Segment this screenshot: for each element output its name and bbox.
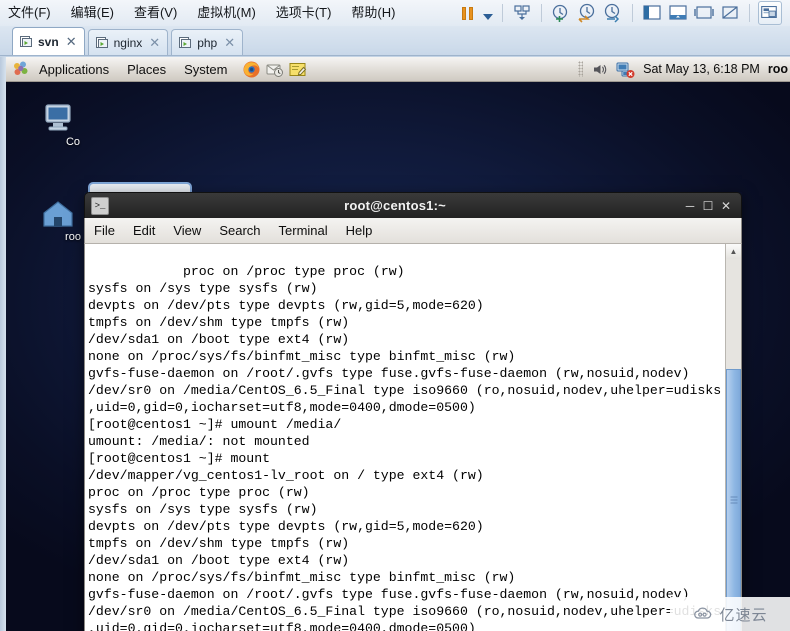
tab-close-icon[interactable]: ✕: [224, 36, 235, 49]
unity-mode-icon[interactable]: [719, 2, 741, 24]
terminal-menu-search[interactable]: Search: [210, 218, 269, 244]
terminal-icon: >_: [91, 196, 109, 215]
take-snapshot-icon[interactable]: [550, 2, 572, 24]
system-menu[interactable]: System: [175, 57, 236, 82]
computer-icon: [38, 102, 108, 136]
tab-nginx[interactable]: nginx ✕: [87, 29, 169, 55]
toolbar-separator: [749, 4, 750, 22]
maximize-button[interactable]: ☐: [699, 197, 717, 215]
toolbar-separator: [632, 4, 633, 22]
menu-virtual-machine[interactable]: 虚拟机(M): [187, 0, 266, 26]
scrollbar-trough[interactable]: [726, 259, 741, 631]
terminal-scrollbar[interactable]: ▲ ▼: [725, 244, 741, 631]
minimize-button[interactable]: ─: [681, 197, 699, 215]
full-screen-icon[interactable]: [693, 2, 715, 24]
terminal-menu-terminal[interactable]: Terminal: [270, 218, 337, 244]
terminal-menubar: File Edit View Search Terminal Help: [84, 218, 742, 244]
menu-view[interactable]: 查看(V): [124, 0, 187, 26]
tab-label: nginx: [113, 35, 143, 50]
gnome-top-panel: Applications Places System Sat May 13, 6…: [6, 57, 790, 82]
virtual-machine-icon: [19, 35, 33, 49]
virtual-machine-icon: [95, 36, 109, 50]
toolbar-separator: [502, 4, 503, 22]
tab-label: php: [197, 35, 218, 50]
tab-svn[interactable]: svn ✕: [12, 27, 85, 55]
vmware-workstation-window: 文件(F) 编辑(E) 查看(V) 虚拟机(M) 选项卡(T) 帮助(H) sv…: [0, 0, 790, 631]
menu-tabs[interactable]: 选项卡(T): [266, 0, 342, 26]
network-disconnected-icon[interactable]: [616, 61, 635, 78]
tab-close-icon[interactable]: ✕: [66, 35, 77, 48]
terminal-text: proc on /proc type proc (rw) sysfs on /s…: [88, 264, 722, 631]
tab-close-icon[interactable]: ✕: [149, 36, 160, 49]
chevron-down-icon[interactable]: [483, 14, 493, 20]
gnome-foot-icon: [12, 60, 30, 78]
close-button[interactable]: ✕: [717, 197, 735, 215]
panel-grip: [578, 61, 584, 77]
desktop-icon-label: Co: [65, 136, 81, 148]
panel-tray: Sat May 13, 6:18 PM roo: [578, 61, 790, 78]
revert-snapshot-icon[interactable]: [576, 2, 598, 24]
desktop-icon-computer[interactable]: Co: [38, 102, 108, 148]
manage-snapshots-icon[interactable]: [602, 2, 624, 24]
vm-tab-bar: svn ✕ nginx ✕ php ✕: [0, 26, 790, 56]
guest-screen: Applications Places System Sat May 13, 6…: [6, 57, 790, 631]
vmware-toolbar: [454, 0, 790, 26]
watermark-text: 亿速云: [719, 606, 768, 624]
menu-file[interactable]: 文件(F): [0, 0, 61, 26]
firefox-icon[interactable]: [242, 60, 261, 79]
clock[interactable]: Sat May 13, 6:18 PM: [643, 62, 760, 76]
cloud-icon: [692, 606, 714, 622]
tab-php[interactable]: php ✕: [171, 29, 244, 55]
terminal-menu-view[interactable]: View: [164, 218, 210, 244]
console-view-icon[interactable]: [758, 1, 782, 25]
desktop: Co roo >_ root@centos1:~ ─ ☐ ✕ File Edit…: [6, 82, 790, 631]
terminal-menu-edit[interactable]: Edit: [124, 218, 164, 244]
text-editor-icon[interactable]: [288, 60, 307, 79]
show-thumbnails-icon[interactable]: [667, 2, 689, 24]
menu-help[interactable]: 帮助(H): [341, 0, 405, 26]
evolution-mail-icon[interactable]: [265, 60, 284, 79]
places-menu[interactable]: Places: [118, 57, 175, 82]
pause-vm-icon[interactable]: [456, 2, 478, 24]
scroll-up-arrow[interactable]: ▲: [726, 244, 741, 260]
scrollbar-thumb[interactable]: [726, 369, 741, 631]
watermark: 亿速云: [670, 597, 790, 631]
vmware-menubar: 文件(F) 编辑(E) 查看(V) 虚拟机(M) 选项卡(T) 帮助(H): [0, 0, 790, 27]
applications-menu[interactable]: Applications: [30, 57, 118, 82]
terminal-titlebar[interactable]: >_ root@centos1:~ ─ ☐ ✕: [84, 192, 742, 218]
toolbar-separator: [541, 4, 542, 22]
terminal-menu-file[interactable]: File: [85, 218, 124, 244]
volume-icon[interactable]: [591, 61, 608, 78]
virtual-machine-icon: [178, 36, 192, 50]
panel-launchers: [242, 60, 307, 79]
snapshot-manager-icon[interactable]: [511, 2, 533, 24]
terminal-window: >_ root@centos1:~ ─ ☐ ✕ File Edit View S…: [84, 192, 742, 631]
terminal-title: root@centos1:~: [344, 198, 446, 213]
tab-label: svn: [38, 34, 59, 49]
show-library-icon[interactable]: [641, 2, 663, 24]
scrollbar-grip: [730, 496, 737, 504]
terminal-output-area[interactable]: proc on /proc type proc (rw) sysfs on /s…: [84, 244, 742, 631]
terminal-menu-help[interactable]: Help: [337, 218, 382, 244]
user-menu[interactable]: roo: [768, 62, 788, 76]
menu-edit[interactable]: 编辑(E): [61, 0, 124, 26]
